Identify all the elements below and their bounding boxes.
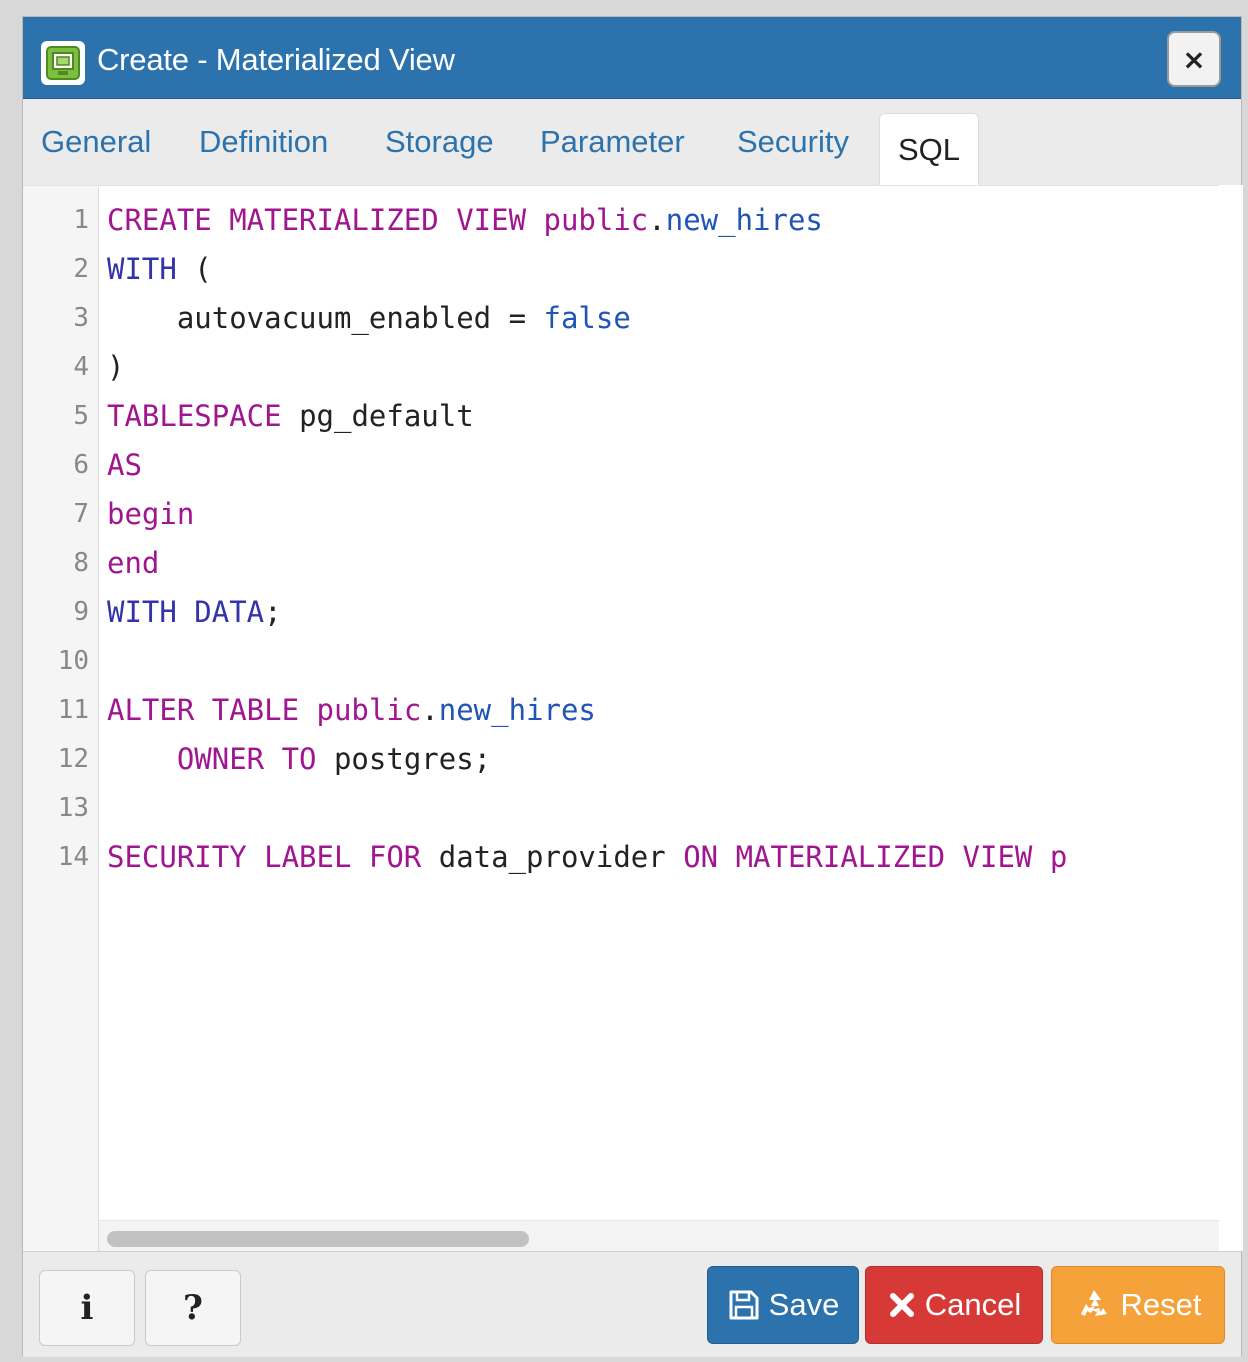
dialog-titlebar[interactable]: Create - Materialized View × <box>23 17 1241 99</box>
code-token: postgres; <box>316 742 492 776</box>
line-number: 5 <box>73 401 89 431</box>
code-line: WITH DATA; <box>107 588 282 637</box>
line-number: 13 <box>57 793 89 823</box>
code-token: public <box>316 693 422 727</box>
code-token: WITH <box>107 252 177 286</box>
cancel-label: Cancel <box>924 1287 1022 1322</box>
code-token: public <box>543 203 649 237</box>
code-token: new_hires <box>665 203 823 237</box>
code-token: CREATE MATERIALIZED VIEW <box>107 203 544 237</box>
editor-right-margin <box>1219 185 1243 1251</box>
sql-editor[interactable]: 1 2 3 4 5 6 7 8 9 10 11 12 13 14 CREATE MATERIALIZED … <box>23 185 1219 1251</box>
line-number: 12 <box>57 744 89 774</box>
code-line: begin <box>107 490 194 539</box>
dialog-title: Create - Materialized View <box>97 42 455 77</box>
line-number: 1 <box>73 205 89 235</box>
recycle-icon <box>1080 1290 1107 1316</box>
line-number: 7 <box>73 499 89 529</box>
scrollbar-thumb[interactable] <box>107 1231 529 1247</box>
tab-definition[interactable]: Definition <box>181 99 346 185</box>
code-token: ALTER TABLE <box>107 693 317 727</box>
code-line: end <box>107 539 159 588</box>
code-token: pg_default <box>281 399 474 433</box>
info-button[interactable]: i <box>39 1270 135 1346</box>
close-button[interactable]: × <box>1167 31 1221 87</box>
code-token: ( <box>176 252 212 286</box>
screen-background: Create - Materialized View × General Def… <box>0 0 1248 1362</box>
reset-label: Reset <box>1120 1287 1202 1322</box>
line-number: 9 <box>73 597 89 627</box>
save-label: Save <box>768 1287 840 1322</box>
code-token: data_provider <box>421 840 684 874</box>
line-number: 6 <box>73 450 89 480</box>
horizontal-scrollbar[interactable] <box>99 1220 1219 1251</box>
code-line: AS <box>107 441 142 490</box>
code-line: OWNER TO postgres; <box>107 735 491 784</box>
tab-parameter[interactable]: Parameter <box>522 99 703 185</box>
create-materialized-view-dialog: Create - Materialized View × General Def… <box>22 16 1243 1357</box>
floppy-disk-icon <box>729 1290 759 1320</box>
line-number: 8 <box>73 548 89 578</box>
tab-general[interactable]: General <box>23 99 169 185</box>
code-token: ; <box>264 595 282 629</box>
tab-bar: General Definition Storage Parameter Sec… <box>23 99 1241 185</box>
tab-storage[interactable]: Storage <box>367 99 512 185</box>
line-number: 10 <box>57 646 89 676</box>
reset-button[interactable]: Reset <box>1051 1266 1225 1344</box>
save-button[interactable]: Save <box>707 1266 859 1344</box>
code-line: ) <box>107 343 124 392</box>
line-number: 4 <box>73 352 89 382</box>
code-token: ) <box>107 350 125 384</box>
code-line: SECURITY LABEL FOR data_provider ON MATE… <box>107 833 1067 882</box>
line-number: 3 <box>73 303 89 333</box>
code-token: SECURITY LABEL FOR <box>107 840 422 874</box>
code-token: autovacuum_enabled = <box>107 301 544 335</box>
tab-sql[interactable]: SQL <box>879 113 980 185</box>
materialized-view-icon <box>41 41 85 85</box>
code-token: end <box>107 546 160 580</box>
code-token: AS <box>107 448 142 482</box>
code-line: WITH ( <box>107 245 212 294</box>
code-token: p <box>1049 840 1068 874</box>
code-token: . <box>648 203 666 237</box>
dialog-footer: i ? Save Cancel Reset <box>23 1251 1241 1357</box>
code-token: false <box>543 301 631 335</box>
code-line: autovacuum_enabled = false <box>107 294 631 343</box>
cancel-button[interactable]: Cancel <box>865 1266 1043 1344</box>
line-number: 11 <box>57 695 89 725</box>
code-line: CREATE MATERIALIZED VIEW public.new_hire… <box>107 196 823 245</box>
line-number: 2 <box>73 254 89 284</box>
code-line: TABLESPACE pg_default <box>107 392 474 441</box>
line-number: 14 <box>57 842 89 872</box>
line-number-gutter: 1 2 3 4 5 6 7 8 9 10 11 12 13 14 <box>23 186 99 1251</box>
code-token: new_hires <box>438 693 596 727</box>
code-token: ON MATERIALIZED VIEW <box>683 840 1050 874</box>
code-token: WITH DATA <box>107 595 265 629</box>
code-token: begin <box>107 497 195 531</box>
code-token: OWNER TO <box>107 742 317 776</box>
code-token: TABLESPACE <box>107 399 282 433</box>
tab-security[interactable]: Security <box>719 99 867 185</box>
close-x-icon <box>889 1293 914 1317</box>
help-button[interactable]: ? <box>145 1270 241 1346</box>
code-line: ALTER TABLE public.new_hires <box>107 686 596 735</box>
code-token: . <box>421 693 439 727</box>
